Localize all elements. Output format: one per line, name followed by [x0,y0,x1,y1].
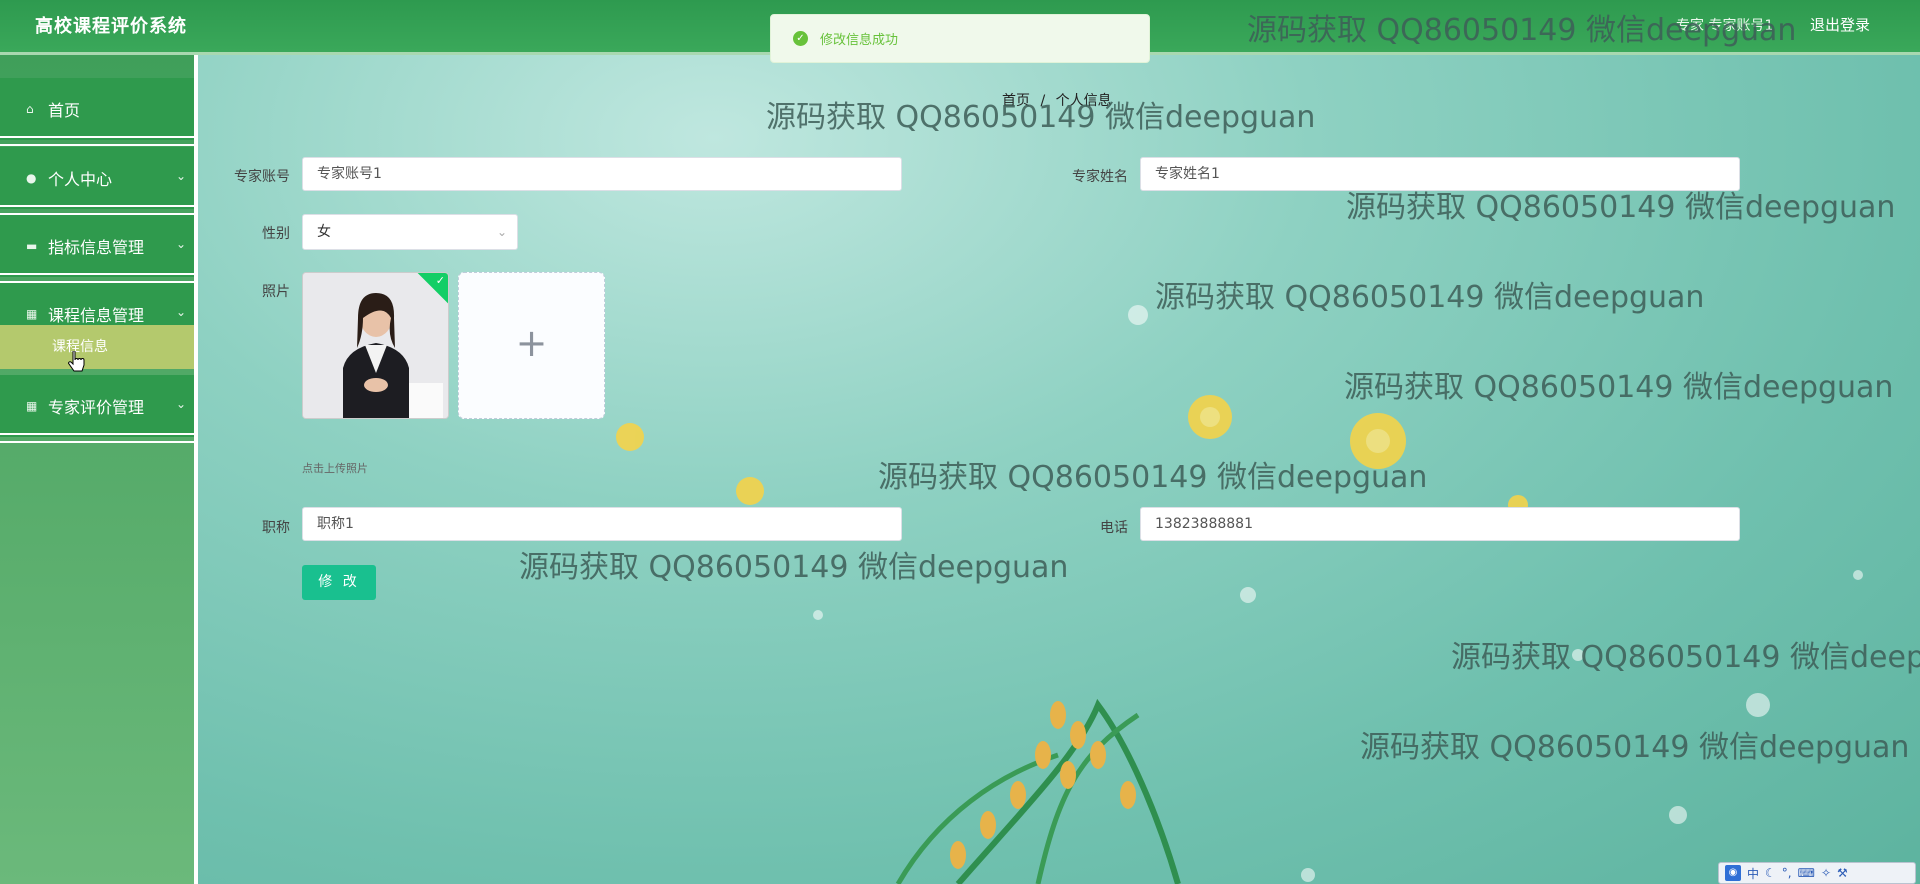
sidebar-item-expert-evaluation[interactable]: ▦ 专家评价管理 ⌄ [0,375,194,443]
toast-message: 修改信息成功 [820,33,899,48]
ime-toolbar[interactable]: ◉ 中 ☾ °, ⌨ ✧ ⚒ [1718,862,1916,884]
app-title: 高校课程评价系统 [35,16,187,37]
sidebar-item-indicator-management[interactable]: ▬ 指标信息管理 ⌄ [0,215,194,283]
watermark-text: 源码获取 QQ86050149 微信deepguan [1346,190,1896,225]
watermark-text: 源码获取 QQ86050149 微信deepguan [766,100,1316,135]
name-label: 专家姓名 [1072,169,1128,185]
gender-label: 性别 [262,226,290,242]
watermark-text: 源码获取 QQ86050149 微信deepguan [878,460,1428,495]
grid-icon: ▦ [26,307,38,321]
sidebar-item-label: 个人中心 [48,170,113,189]
phone-input[interactable]: 13823888881 [1140,507,1740,541]
grid-icon: ▦ [26,399,38,413]
photo-label: 照片 [262,284,290,300]
keyboard-icon: ⌨ [1797,866,1815,880]
user-icon: ● [26,171,37,185]
photo-upload-hint: 点击上传照片 [302,462,368,475]
hand-cursor-icon [68,351,85,372]
punctuation-icon: °, [1781,866,1792,880]
search-icon: ◉ [1725,865,1741,881]
watermark-text: 源码获取 QQ86050149 微信deepguan [519,550,1069,585]
gender-select[interactable]: 女 ⌄ [302,214,518,250]
photo-upload-button[interactable]: + [458,272,605,419]
job-title-label: 职称 [262,520,290,536]
sidebar-item-label: 专家评价管理 [48,398,145,417]
home-icon: ⌂ [26,102,34,116]
moon-icon: ☾ [1765,866,1776,880]
plus-icon: + [515,321,548,365]
ime-mode[interactable]: 中 [1747,865,1759,882]
submenu-item-course-info[interactable]: 课程信息 [0,325,194,369]
chevron-up-icon: ⌄ [175,305,186,319]
sidebar-item-label: 指标信息管理 [48,238,145,257]
profile-photo-image [303,273,448,418]
success-toast: ✓ 修改信息成功 [770,14,1150,63]
chevron-down-icon: ⌄ [496,225,507,239]
comment-icon: ▬ [26,239,38,253]
watermark-text: 源码获取 QQ86050149 微信deepguan [1451,640,1920,675]
settings-icon: ✧ [1820,866,1831,880]
wrench-icon: ⚒ [1837,866,1848,880]
sidebar-item-label: 首页 [48,101,81,120]
account-input[interactable]: 专家账号1 [302,157,902,191]
sidebar-item-label: 课程信息管理 [48,306,145,325]
sidebar: ⌂ 首页 ● 个人中心 ⌄ ▬ 指标信息管理 ⌄ ▦ 课程信息管理 ⌄ 课程信息… [0,55,198,884]
uploaded-photo-thumbnail[interactable]: ✓ [302,272,449,419]
account-label: 专家账号 [234,169,290,185]
chevron-down-icon: ⌄ [175,237,186,251]
logout-link[interactable]: 退出登录 [1810,14,1870,35]
job-title-input[interactable]: 职称1 [302,507,902,541]
check-icon: ✓ [435,274,445,287]
chevron-down-icon: ⌄ [175,169,186,183]
sidebar-item-personal-center[interactable]: ● 个人中心 ⌄ [0,147,194,215]
success-check-icon: ✓ [793,31,808,46]
watermark-text: 源码获取 QQ86050149 微信deepguan [1155,280,1705,315]
watermark-text: 源码获取 QQ86050149 微信deepguan [1344,370,1894,405]
watermark-text: 源码获取 QQ86050149 微信deepguan [1360,730,1910,765]
watermark-text: 源码获取 QQ86050149 微信deepguan [1247,13,1797,48]
phone-label: 电话 [1100,520,1128,536]
sidebar-item-home[interactable]: ⌂ 首页 [0,78,194,146]
chevron-down-icon: ⌄ [175,397,186,411]
submit-button[interactable]: 修 改 [302,565,376,600]
gender-select-value: 女 [317,224,331,240]
